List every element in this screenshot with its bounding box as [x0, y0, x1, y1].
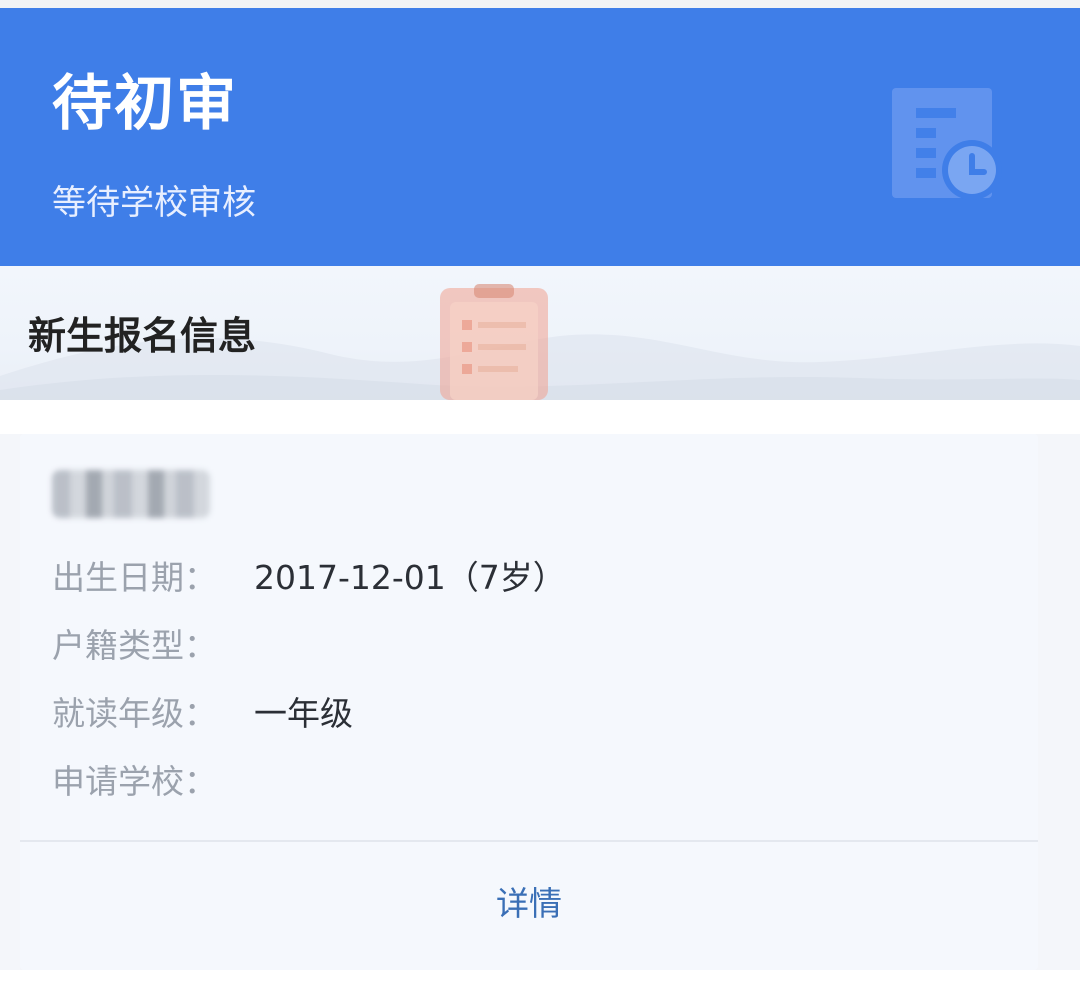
grade-label: 就读年级：: [52, 694, 217, 733]
top-strip: [0, 0, 1080, 8]
section-title: 新生报名信息: [28, 314, 257, 358]
field-row-grade: 就读年级： 一年级: [52, 690, 353, 738]
status-subtitle: 等待学校审核: [52, 183, 256, 223]
household-type-label: 户籍类型：: [52, 626, 217, 665]
spacer: [0, 400, 1080, 434]
status-title: 待初审: [52, 69, 238, 139]
field-row-birth-date: 出生日期： 2017-12-01（7岁）: [52, 554, 566, 602]
status-header: 待初审 等待学校审核: [0, 8, 1080, 266]
enrollment-status-page: 待初审 等待学校审核 新生报名信息 出生日期： 2017-12-01（7岁） 户…: [0, 0, 1080, 986]
field-row-school: 申请学校：: [52, 758, 254, 806]
student-name-redacted: [52, 470, 210, 518]
field-row-household-type: 户籍类型：: [52, 622, 254, 670]
card-divider: [20, 840, 1038, 842]
details-link[interactable]: 详情: [20, 880, 1038, 928]
clipboard-illustration: [440, 284, 548, 400]
document-clock-icon: [892, 88, 1002, 200]
birth-date-value: 2017-12-01（7岁）: [254, 558, 566, 597]
school-label: 申请学校：: [52, 762, 217, 801]
bottom-edge: [0, 970, 1080, 986]
enrollment-card: 出生日期： 2017-12-01（7岁） 户籍类型： 就读年级： 一年级 申请学校：…: [20, 434, 1038, 970]
grade-value: 一年级: [254, 694, 353, 733]
birth-date-label: 出生日期：: [52, 558, 217, 597]
section-band: 新生报名信息: [0, 266, 1080, 400]
